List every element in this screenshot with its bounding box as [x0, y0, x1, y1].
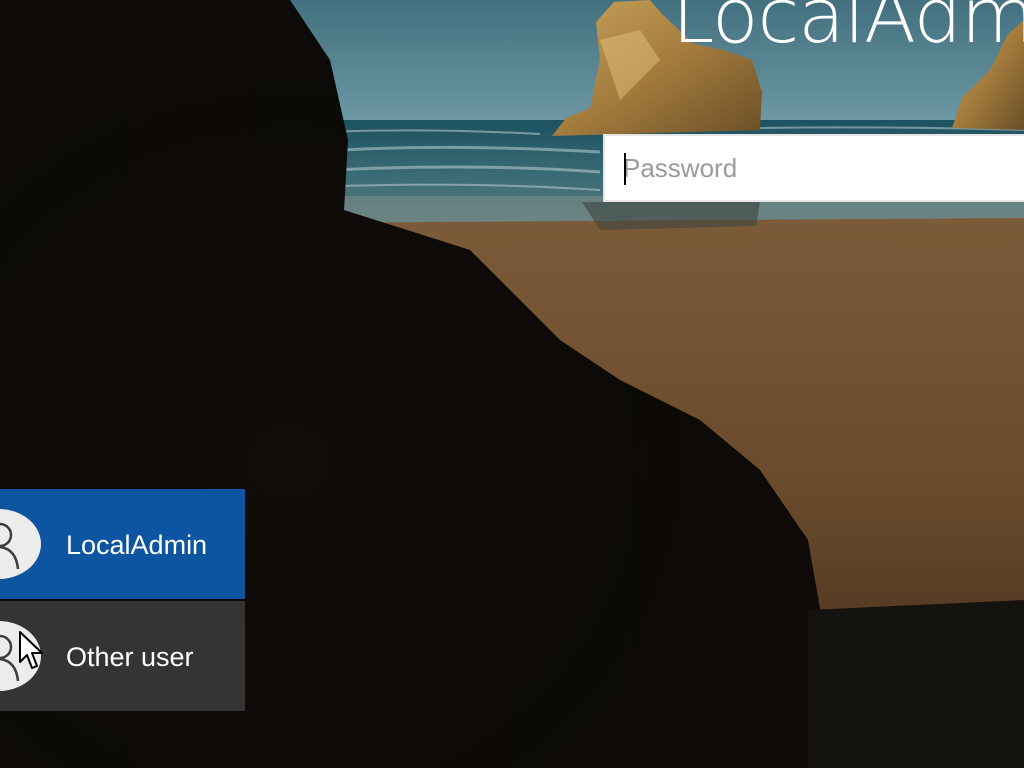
- text-cursor: [624, 153, 626, 185]
- user-tile-other-user[interactable]: Other user: [0, 601, 245, 711]
- person-outline-icon: [0, 522, 20, 570]
- user-tile-localadmin[interactable]: LocalAdmin: [0, 489, 245, 599]
- password-field-container: [603, 134, 1024, 202]
- lock-screen: LocalAdmin LocalAdmin Other user: [0, 0, 1024, 768]
- password-input[interactable]: [605, 136, 1024, 200]
- account-name-heading: LocalAdmin: [672, 0, 1024, 54]
- user-name-label: Other user: [66, 642, 194, 672]
- user-avatar: [0, 621, 41, 691]
- user-avatar: [0, 509, 41, 579]
- user-name-label: LocalAdmin: [66, 530, 208, 560]
- person-outline-icon: [0, 634, 20, 682]
